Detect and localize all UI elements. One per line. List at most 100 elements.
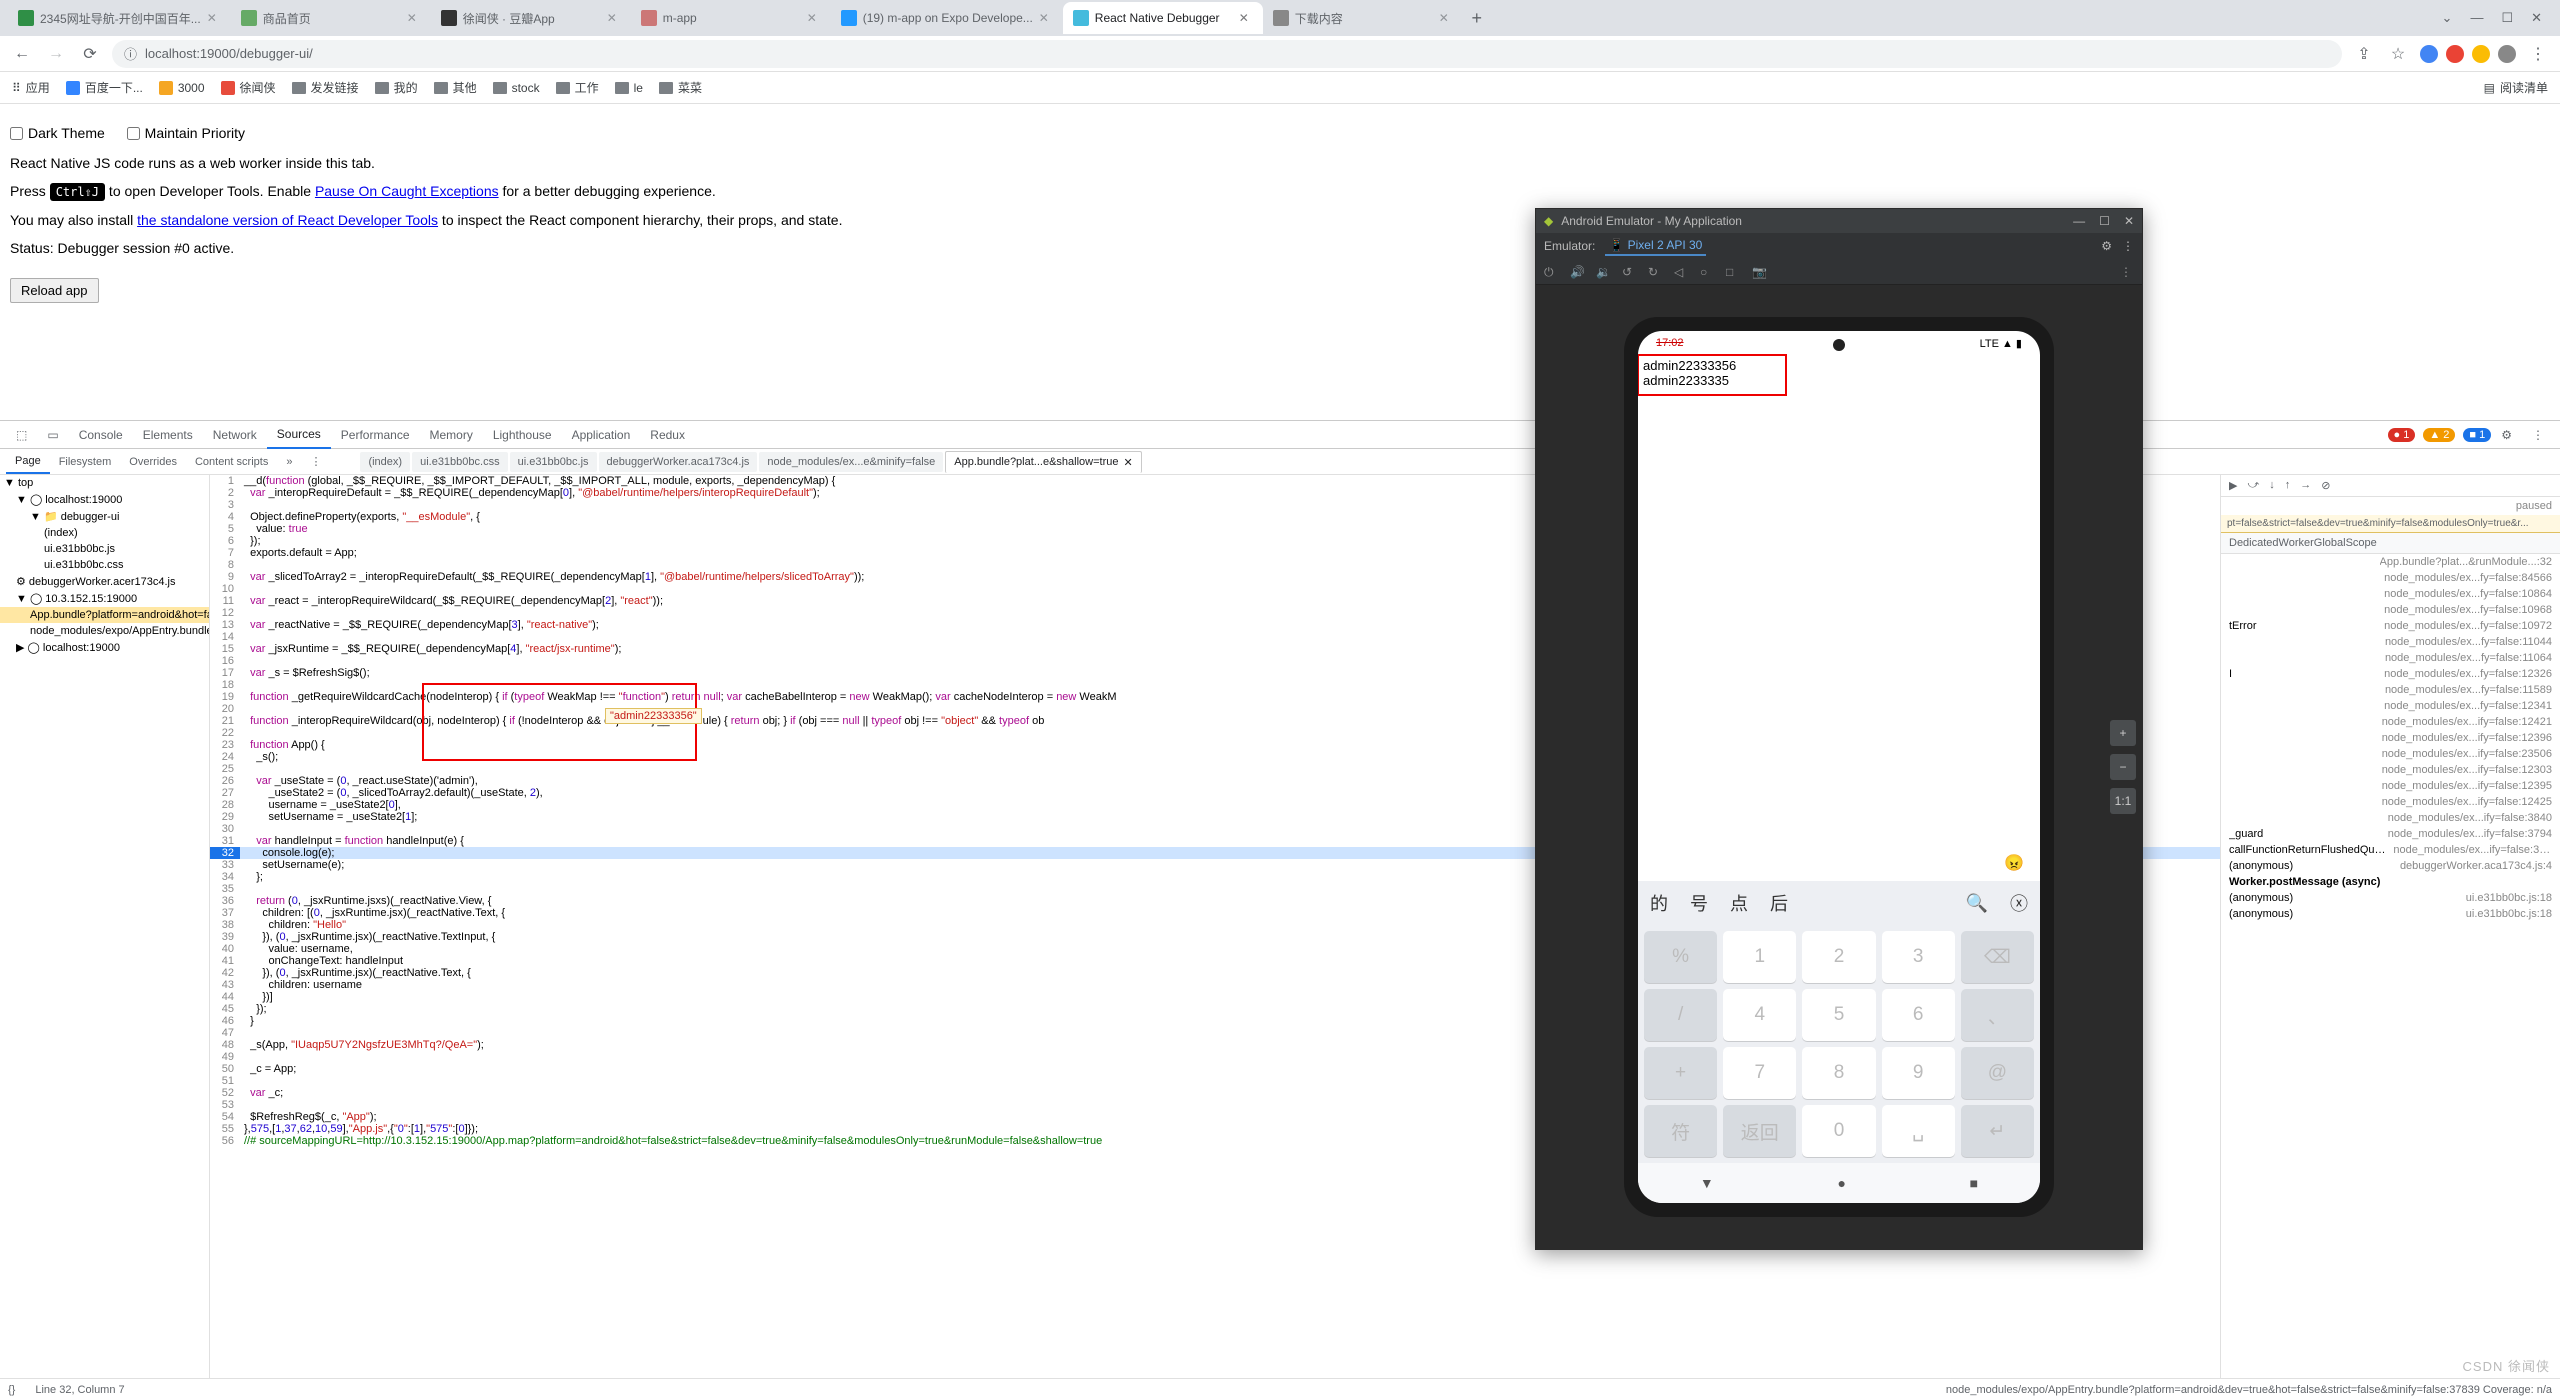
bookmark-folder[interactable]: stock — [493, 81, 540, 95]
zoom-in-button[interactable]: + — [2110, 720, 2136, 746]
nav-folder[interactable]: ▶ ◯ localhost:19000 — [0, 639, 209, 656]
browser-tab[interactable]: 下载内容✕ — [1263, 2, 1463, 34]
overview-icon[interactable]: □ — [1726, 265, 1740, 279]
menu-icon[interactable]: ⋮ — [2526, 42, 2550, 66]
nav-file[interactable]: ui.e31bb0bc.css — [0, 557, 209, 573]
close-icon[interactable]: ✕ — [2531, 10, 2542, 26]
bookmark-item[interactable]: 3000 — [159, 81, 205, 95]
ime-key[interactable]: 6 — [1882, 989, 1955, 1041]
file-navigator[interactable]: ▼ top▼ ◯ localhost:19000▼ 📁 debugger-ui(… — [0, 475, 210, 1378]
gear-icon[interactable]: ⚙ — [2101, 239, 2112, 253]
stack-frame[interactable]: node_modules/ex...ify=false:12395 — [2221, 778, 2560, 794]
maintain-priority-checkbox[interactable]: Maintain Priority — [127, 122, 245, 144]
stack-frame[interactable]: node_modules/ex...fy=false:11064 — [2221, 650, 2560, 666]
ime-key[interactable]: ␣ — [1882, 1105, 1955, 1157]
resume-icon[interactable]: ▶ — [2229, 479, 2237, 492]
bookmark-folder[interactable]: 我的 — [375, 79, 418, 96]
stack-frame[interactable]: node_modules/ex...ify=false:12421 — [2221, 714, 2560, 730]
zoom-out-button[interactable]: − — [2110, 754, 2136, 780]
chevron-down-icon[interactable]: ⌄ — [2442, 10, 2453, 26]
ime-key[interactable]: @ — [1961, 1047, 2034, 1099]
back-icon[interactable]: ◁ — [1674, 265, 1688, 279]
candidate[interactable]: 后 — [1770, 890, 1788, 916]
options-icon[interactable]: ⋮ — [301, 450, 330, 473]
close-icon[interactable]: ✕ — [207, 11, 221, 25]
ime-key[interactable]: 5 — [1802, 989, 1875, 1041]
device-tab[interactable]: 📱 Pixel 2 API 30 — [1605, 236, 1706, 256]
ime-key[interactable]: ⌫ — [1961, 931, 2034, 983]
ext-icon[interactable] — [2472, 45, 2490, 63]
nav-folder[interactable]: node_modules/expo/AppEntry.bundle?platfo… — [0, 623, 209, 639]
avatar-icon[interactable] — [2498, 45, 2516, 63]
share-icon[interactable]: ⇪ — [2352, 42, 2376, 66]
bookmark-item[interactable]: 徐闻侠 — [221, 79, 276, 96]
power-icon[interactable]: ⏻ — [1544, 265, 1558, 279]
bookmark-folder[interactable]: 工作 — [556, 79, 599, 96]
stack-frame[interactable]: node_modules/ex...fy=false:12341 — [2221, 698, 2560, 714]
pause-exceptions-link[interactable]: Pause On Caught Exceptions — [315, 183, 499, 199]
star-icon[interactable]: ☆ — [2386, 42, 2410, 66]
ime-key[interactable]: 2 — [1802, 931, 1875, 983]
file-tab[interactable]: ui.e31bb0bc.js — [510, 452, 597, 472]
nav-overview-icon[interactable]: ■ — [1970, 1175, 1978, 1191]
browser-tab[interactable]: React Native Debugger✕ — [1063, 2, 1263, 34]
close-icon[interactable]: ✕ — [807, 11, 821, 25]
close-icon[interactable]: ✕ — [1239, 11, 1253, 25]
browser-tab[interactable]: m-app✕ — [631, 2, 831, 34]
stack-frame[interactable]: node_modules/ex...fy=false:11589 — [2221, 682, 2560, 698]
info-badge[interactable]: ■ 1 — [2463, 428, 2491, 442]
step-into-icon[interactable]: ↓ — [2269, 479, 2275, 492]
candidate[interactable]: 的 — [1650, 890, 1668, 916]
close-icon[interactable]: ✕ — [2124, 214, 2134, 228]
nav-file[interactable]: ui.e31bb0bc.js — [0, 541, 209, 557]
nav-file[interactable]: (index) — [0, 525, 209, 541]
stack-frame[interactable]: node_modules/ex...ify=false:23506 — [2221, 746, 2560, 762]
ext-icon[interactable] — [2420, 45, 2438, 63]
browser-tab[interactable]: 商品首页✕ — [231, 2, 431, 34]
format-icon[interactable]: {} — [8, 1384, 15, 1396]
close-icon[interactable]: ✕ — [407, 11, 421, 25]
ime-key[interactable]: % — [1644, 931, 1717, 983]
url-input[interactable]: ⓘ localhost:19000/debugger-ui/ — [112, 40, 2342, 68]
file-tab[interactable]: node_modules/ex...e&minify=false — [759, 452, 943, 472]
nav-folder[interactable]: ▼ top — [0, 475, 209, 491]
bookmark-folder[interactable]: 菜菜 — [659, 79, 702, 96]
screenshot-icon[interactable]: 📷 — [1752, 265, 1766, 279]
devtools-tab[interactable]: Elements — [133, 422, 203, 448]
candidate[interactable]: 号 — [1690, 890, 1708, 916]
stack-frame[interactable]: Worker.postMessage (async) — [2221, 874, 2560, 890]
warning-badge[interactable]: ▲ 2 — [2423, 428, 2455, 442]
sources-subtab[interactable]: Filesystem — [50, 451, 121, 473]
devtools-tab[interactable]: Application — [562, 422, 641, 448]
stack-frame[interactable]: callFunctionReturnFlushedQueuenode_modul… — [2221, 842, 2560, 858]
devtools-tab[interactable]: Redux — [640, 422, 695, 448]
browser-tab[interactable]: 徐闻侠 · 豆瓣App✕ — [431, 2, 631, 34]
sources-subtab[interactable]: Content scripts — [186, 451, 277, 473]
sources-subtab[interactable]: Page — [6, 450, 50, 474]
nav-folder[interactable]: ▼ ◯ 10.3.152.15:19000 — [0, 590, 209, 607]
file-tab[interactable]: App.bundle?plat...e&shallow=true ✕ — [945, 451, 1141, 473]
volume-up-icon[interactable]: 🔊 — [1570, 265, 1584, 279]
ime-key[interactable]: 9 — [1882, 1047, 1955, 1099]
call-stack[interactable]: App.bundle?plat...&runModule...:32 node_… — [2221, 554, 2560, 1378]
phone-screen[interactable]: 17:02 LTE ▲ ▮ admin22333356 admin2233335… — [1638, 331, 2040, 1203]
close-icon[interactable]: ✕ — [1039, 11, 1053, 25]
back-button[interactable]: ← — [10, 42, 34, 66]
stack-frame[interactable]: node_modules/ex...ify=false:12303 — [2221, 762, 2560, 778]
stack-frame[interactable]: (anonymous)debuggerWorker.aca173c4.js:4 — [2221, 858, 2560, 874]
ime-key[interactable]: 1 — [1723, 931, 1796, 983]
menu-icon[interactable]: ⋮ — [2122, 239, 2134, 253]
bookmark-item[interactable]: 百度一下... — [66, 79, 143, 96]
devtools-tab[interactable]: Memory — [420, 422, 483, 448]
minimize-icon[interactable]: — — [2470, 10, 2483, 26]
volume-down-icon[interactable]: 🔉 — [1596, 265, 1610, 279]
nav-folder[interactable]: ▼ 📁 debugger-ui — [0, 508, 209, 525]
stack-frame[interactable]: (anonymous)ui.e31bb0bc.js:18 — [2221, 906, 2560, 922]
stack-frame[interactable]: node_modules/ex...fy=false:84566 — [2221, 570, 2560, 586]
bookmark-folder[interactable]: 发发链接 — [292, 79, 359, 96]
stack-frame[interactable]: node_modules/ex...fy=false:11044 — [2221, 634, 2560, 650]
ime-key[interactable]: 3 — [1882, 931, 1955, 983]
menu-icon[interactable]: ⋮ — [2522, 422, 2554, 448]
file-tab[interactable]: ui.e31bb0bc.css — [412, 452, 508, 472]
stack-frame[interactable]: node_modules/ex...ify=false:12396 — [2221, 730, 2560, 746]
